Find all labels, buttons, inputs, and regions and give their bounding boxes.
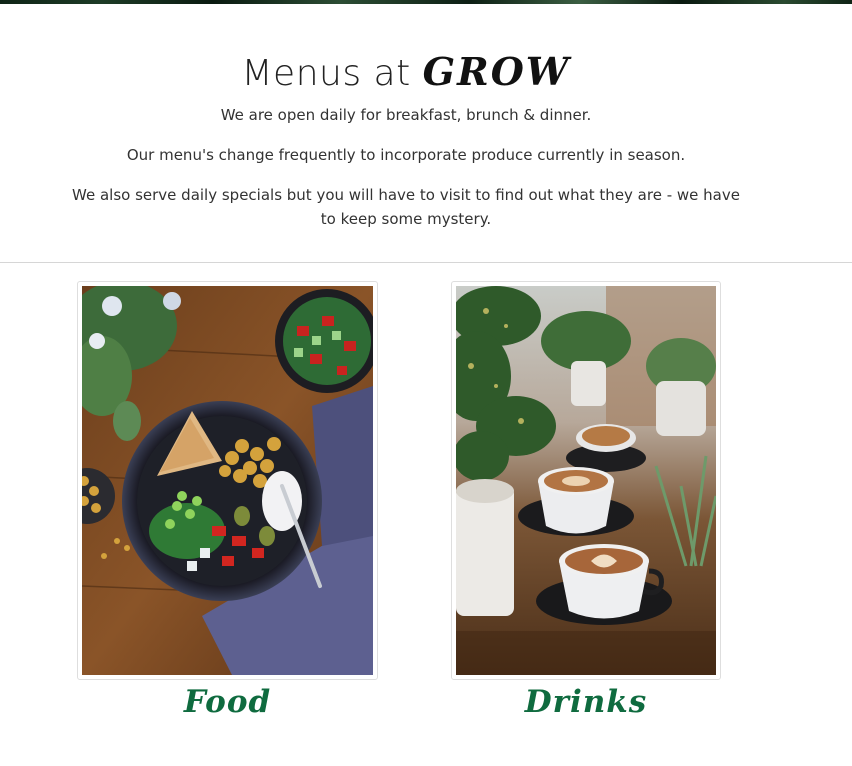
- food-menu-label[interactable]: Food: [77, 684, 378, 720]
- page-title-prefix: Menus at: [241, 53, 411, 95]
- brand-name: GROW: [422, 49, 571, 95]
- food-menu-card[interactable]: [77, 281, 378, 680]
- page-title: Menus at GROW: [0, 48, 812, 98]
- section-divider: [0, 262, 852, 263]
- drinks-menu-label[interactable]: Drinks: [451, 684, 721, 720]
- coffee-drinks-image: [456, 286, 716, 675]
- intro-daily-specials: We also serve daily specials but you wil…: [72, 186, 740, 228]
- intro-seasonal-menu: Our menu's change frequently to incorpor…: [126, 146, 686, 164]
- intro-opening-hours: We are open daily for breakfast, brunch …: [220, 106, 592, 124]
- food-bowl-image: [82, 286, 373, 675]
- drinks-menu-card[interactable]: [451, 281, 721, 680]
- header-banner-strip: [0, 0, 852, 4]
